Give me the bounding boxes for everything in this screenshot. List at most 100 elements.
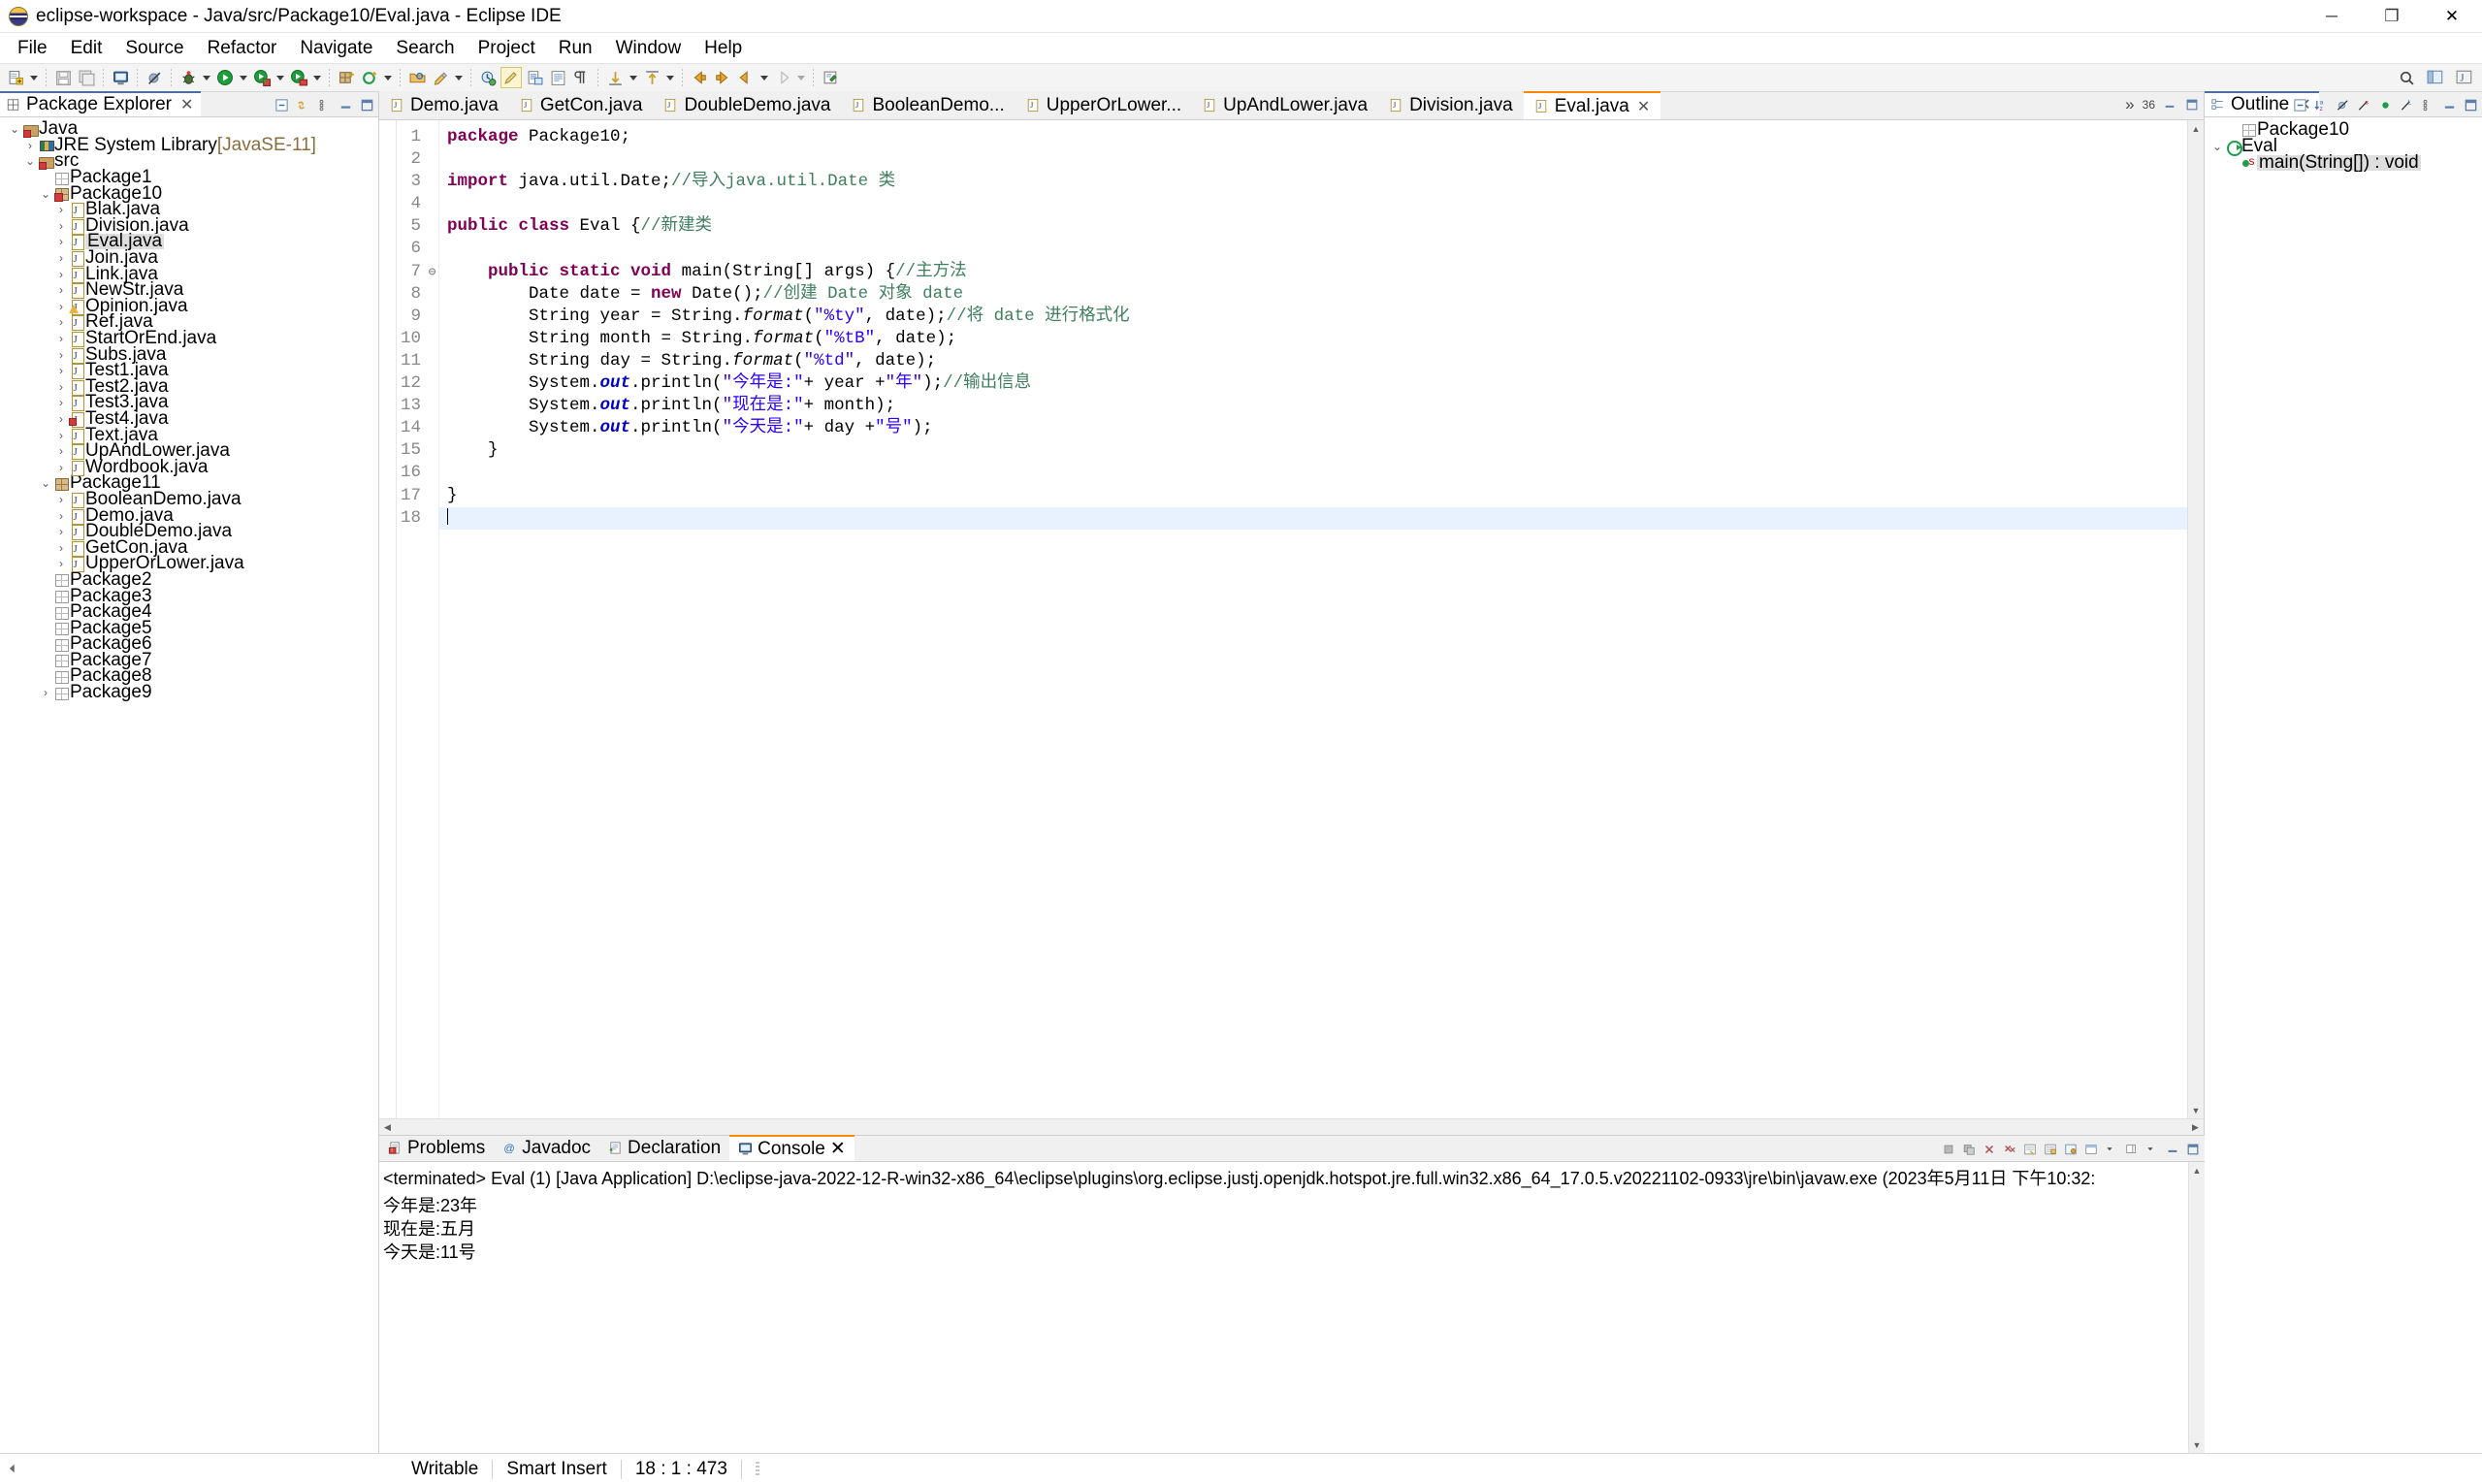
run-dropdown-icon[interactable]: [240, 75, 247, 81]
code-editor[interactable]: 1 2 3 4 5 6 7 8 9 10 11 12 13 14 15 16 17 18 ⊖ package Pa…: [379, 120, 2204, 1118]
next-annotation-icon[interactable]: [604, 67, 626, 88]
code-line[interactable]: System.out.println("今天是:"+ day +"号");: [447, 417, 2204, 439]
scroll-right-arrow-icon[interactable]: ▶: [2187, 1118, 2204, 1136]
collapsed-arrow-icon[interactable]: ›: [54, 460, 68, 475]
menu-refactor[interactable]: Refactor: [196, 34, 289, 63]
close-button[interactable]: ✕: [2422, 0, 2482, 33]
collapsed-arrow-icon[interactable]: ›: [54, 508, 68, 524]
code-line[interactable]: Date date = new Date();//创建 Date 对象 date: [447, 283, 2204, 306]
code-line[interactable]: }: [447, 439, 2204, 462]
remove-launch-icon[interactable]: [1982, 1143, 1997, 1157]
tree-item[interactable]: ›Join.java: [0, 248, 378, 268]
console-scroll-down-icon[interactable]: ▼: [2189, 1436, 2205, 1453]
collapse-all-icon[interactable]: [2293, 98, 2307, 113]
new-package-icon[interactable]: [336, 67, 357, 88]
tree-item[interactable]: ›Link.java: [0, 265, 378, 283]
source-code-text[interactable]: package Package10; import java.util.Date…: [439, 120, 2204, 1118]
view-menu-icon[interactable]: [2421, 98, 2435, 113]
tree-item[interactable]: ›Subs.java: [0, 345, 378, 364]
coverage-dropdown-icon[interactable]: [313, 75, 321, 81]
editor-tab-booleandemo---[interactable]: J BooleanDemo...: [841, 91, 1015, 119]
save-icon[interactable]: [52, 67, 74, 88]
minimize-button[interactable]: ─: [2302, 0, 2362, 33]
clear-console-icon[interactable]: [2023, 1143, 2038, 1157]
collapsed-arrow-icon[interactable]: ›: [54, 492, 68, 507]
tab-declaration[interactable]: Declaration: [599, 1135, 729, 1161]
collapsed-arrow-icon[interactable]: ›: [54, 347, 68, 363]
expanded-arrow-icon[interactable]: ⌄: [23, 153, 37, 169]
collapsed-arrow-icon[interactable]: ›: [54, 282, 68, 298]
tree-item[interactable]: ⌄ src: [0, 151, 378, 170]
collapsed-arrow-icon[interactable]: ›: [54, 556, 68, 571]
menu-file[interactable]: File: [6, 34, 59, 63]
run-icon[interactable]: [214, 67, 236, 88]
quick-access-search-icon[interactable]: [2396, 67, 2417, 88]
forward-history-icon[interactable]: [772, 67, 793, 88]
expanded-arrow-icon[interactable]: ⌄: [39, 186, 52, 202]
close-icon[interactable]: ✕: [830, 1138, 846, 1160]
collapsed-arrow-icon[interactable]: ›: [54, 218, 68, 234]
maximize-console-icon[interactable]: [2186, 1143, 2201, 1157]
editor-tab-eval-java[interactable]: J Eval.java ✕: [1523, 91, 1661, 119]
previous-annotation-dropdown-icon[interactable]: [666, 75, 674, 81]
link-with-editor-icon[interactable]: [296, 98, 310, 113]
code-line[interactable]: public class Eval {//新建类: [447, 215, 2204, 238]
editor-tab-upandlower-java[interactable]: J UpAndLower.java: [1192, 91, 1379, 119]
tree-item[interactable]: ›Test2.java: [0, 377, 378, 396]
code-line[interactable]: System.out.println("今年是:"+ year +"年");//…: [447, 372, 2204, 395]
next-annotation-dropdown-icon[interactable]: [629, 75, 637, 81]
show-whitespace-icon[interactable]: [570, 67, 592, 88]
open-task-icon[interactable]: [477, 67, 499, 88]
collapsed-arrow-icon[interactable]: ›: [39, 685, 52, 700]
skip-breakpoints-icon[interactable]: [144, 67, 165, 88]
tree-item[interactable]: › Package9: [0, 683, 378, 701]
search-icon[interactable]: [430, 67, 451, 88]
console-output[interactable]: <terminated> Eval (1) [Java Application]…: [379, 1162, 2205, 1453]
collapsed-arrow-icon[interactable]: ›: [54, 379, 68, 395]
collapsed-arrow-icon[interactable]: ›: [23, 138, 37, 153]
console-vertical-scrollbar[interactable]: ▲ ▼: [2188, 1162, 2205, 1453]
search-dropdown-icon[interactable]: [455, 75, 463, 81]
view-menu-icon[interactable]: [317, 98, 332, 113]
status-scroll-left-icon[interactable]: [6, 1462, 20, 1476]
coverage-icon[interactable]: [288, 67, 309, 88]
minimize-editor-icon[interactable]: [2163, 98, 2177, 113]
collapsed-arrow-icon[interactable]: ›: [54, 540, 68, 556]
tab-console[interactable]: Console ✕: [729, 1135, 854, 1161]
tree-item[interactable]: Package3: [0, 587, 378, 605]
collapsed-arrow-icon[interactable]: ›: [54, 331, 68, 346]
maximize-view-icon[interactable]: [360, 98, 374, 113]
display-selected-console-icon[interactable]: [2084, 1143, 2099, 1157]
menu-edit[interactable]: Edit: [59, 34, 114, 63]
expanded-arrow-icon[interactable]: ⌄: [39, 475, 52, 491]
collapsed-arrow-icon[interactable]: ›: [54, 267, 68, 282]
sort-icon[interactable]: az: [2314, 98, 2329, 113]
menu-run[interactable]: Run: [547, 34, 604, 63]
code-line[interactable]: [447, 462, 2204, 484]
toggle-mark-occurrences-icon[interactable]: [500, 67, 522, 88]
collapsed-arrow-icon[interactable]: ›: [54, 395, 68, 410]
tree-item[interactable]: Package2: [0, 570, 378, 589]
editor-vertical-scrollbar[interactable]: ▲ ▼: [2187, 120, 2204, 1118]
new-java-file-icon[interactable]: [524, 67, 545, 88]
new-class-dropdown-icon[interactable]: [384, 75, 392, 81]
toggle-block-comment-icon[interactable]: [547, 67, 568, 88]
menu-window[interactable]: Window: [604, 34, 693, 63]
tree-item[interactable]: ⌄ Package10: [0, 184, 378, 203]
code-line[interactable]: [439, 506, 2204, 530]
collapsed-arrow-icon[interactable]: ›: [54, 443, 68, 459]
forward-navigation-icon[interactable]: [712, 67, 733, 88]
menu-help[interactable]: Help: [693, 34, 754, 63]
tree-item[interactable]: ›Test1.java: [0, 361, 378, 380]
back-history-dropdown-icon[interactable]: [760, 75, 768, 81]
collapse-all-icon[interactable]: [274, 98, 289, 113]
console-menu-icon[interactable]: [2145, 1143, 2160, 1157]
external-tools-dropdown-icon[interactable]: [276, 75, 284, 81]
collapsed-arrow-icon[interactable]: ›: [54, 250, 68, 266]
scroll-lock-icon[interactable]: [2044, 1143, 2058, 1157]
collapsed-arrow-icon[interactable]: ›: [54, 363, 68, 378]
previous-annotation-icon[interactable]: [641, 67, 662, 88]
debug-icon[interactable]: [177, 67, 199, 88]
collapsed-arrow-icon[interactable]: ›: [54, 524, 68, 539]
hide-fields-icon[interactable]: [2336, 98, 2350, 113]
